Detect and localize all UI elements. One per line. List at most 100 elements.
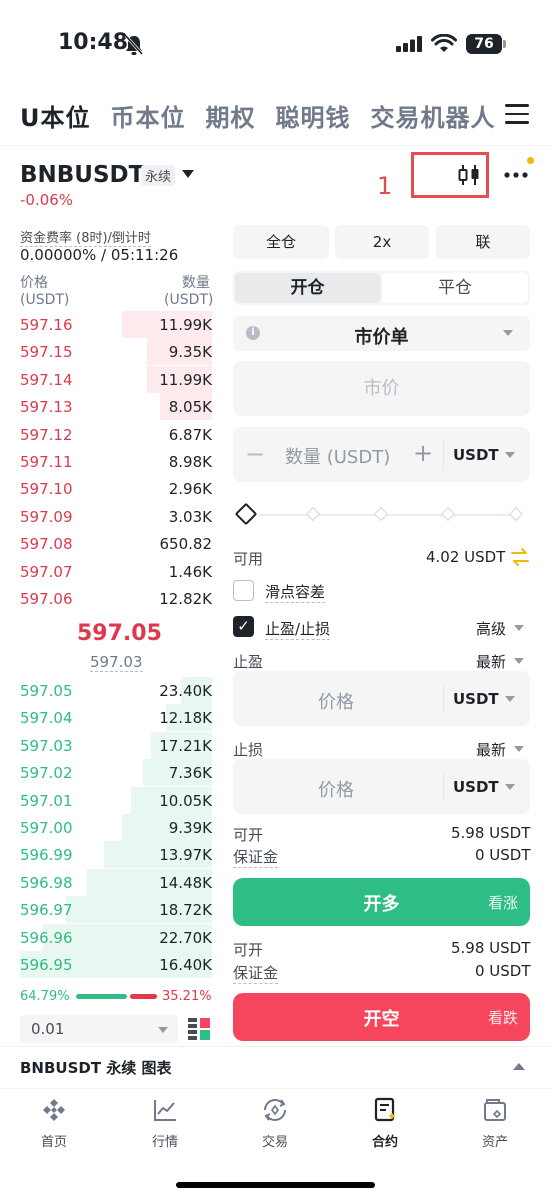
bid-row[interactable]: 596.95 16.40K [20,951,212,978]
slider-step-75[interactable] [440,506,456,522]
open-short-button[interactable]: 开空 看跌 [233,993,530,1041]
quantity-input[interactable]: 数量 (USDT) [285,443,390,469]
slippage-label[interactable]: 滑点容差 [265,581,326,603]
nav-assets-label: 资产 [481,1135,508,1150]
tp-trigger-select[interactable]: 最新 [476,651,506,672]
stop-loss-input[interactable]: 价格 [318,776,354,802]
annotation-number: 1 [377,172,393,200]
quantity-divider [443,440,444,470]
quantity-unit-select[interactable]: USDT [453,446,499,464]
sl-trigger-select[interactable]: 最新 [476,739,506,760]
slider-step-50[interactable] [373,506,389,522]
bid-row[interactable]: 597.05 23.40K [20,677,212,704]
slider-step-100[interactable] [508,506,524,522]
sell-ratio-bar [130,994,157,999]
ask-row[interactable]: 597.11 8.98K [20,448,212,475]
more-options-icon[interactable] [504,171,528,179]
ask-row[interactable]: 597.15 9.35K [20,338,212,366]
nav-home[interactable]: 首页 [14,1097,94,1150]
funding-rate-label[interactable]: 资金费率 (8时)/倒计时 [20,227,151,247]
take-profit-label: 止盈 [233,653,264,671]
symbol-name[interactable]: BNBUSDT [20,162,144,188]
ask-quantity: 650.82 [159,535,213,554]
open-short-sublabel: 看跌 [487,1009,518,1027]
nav-futures[interactable]: 合约 [345,1097,425,1150]
nav-markets[interactable]: 行情 [125,1097,205,1150]
symbol-dropdown-icon[interactable] [182,170,194,178]
nav-trade[interactable]: 交易 [235,1097,315,1150]
tab-coin-m[interactable]: 币本位 [111,98,186,133]
ask-price: 597.12 [20,425,73,444]
bid-row[interactable]: 597.04 12.18K [20,704,212,732]
margin-mode-button[interactable]: 全仓 [233,225,329,259]
ask-row[interactable]: 597.06 12.82K [20,585,212,612]
battery-nub [503,40,506,48]
price-change: -0.06% [20,191,74,209]
ask-row[interactable]: 597.14 11.99K [20,365,212,393]
tpsl-checkbox[interactable]: ✓ [233,616,254,637]
ask-row[interactable]: 597.16 11.99K [20,311,212,338]
slippage-checkbox[interactable] [233,580,254,601]
markets-icon [154,1100,176,1121]
bid-row[interactable]: 597.03 17.21K [20,731,212,759]
nav-futures-label: 合约 [371,1135,398,1150]
precision-select[interactable]: 0.01 [20,1015,178,1043]
increase-quantity-button[interactable]: + [413,439,433,467]
bid-row[interactable]: 597.02 7.36K [20,759,212,787]
stop-loss-label: 止损 [233,741,264,759]
nav-assets[interactable]: 资产 [455,1097,535,1150]
asset-mode-button[interactable]: 联 [436,225,530,259]
long-max-value: 5.98 USDT [451,824,531,842]
candlestick-chart-icon[interactable] [457,163,481,187]
sl-divider [443,772,444,802]
ask-row[interactable]: 597.10 2.96K [20,475,212,502]
ask-row[interactable]: 597.13 8.05K [20,393,212,421]
bid-quantity: 22.70K [159,928,212,947]
bell-muted-icon [124,35,144,55]
tp-unit-select[interactable]: USDT [453,690,499,708]
ask-row[interactable]: 597.08 650.82 [20,530,212,557]
bid-row[interactable]: 596.97 18.72K [20,896,212,924]
orderbook-layout-icon[interactable] [188,1018,210,1040]
bid-row[interactable]: 597.01 10.05K [20,786,212,814]
nav-trade-label: 交易 [261,1135,288,1150]
last-price[interactable]: 597.05 [77,621,162,646]
ask-quantity: 12.82K [159,590,212,608]
ask-row[interactable]: 597.09 3.03K [20,503,212,530]
leverage-button[interactable]: 2x [335,225,429,259]
tab-smart-money[interactable]: 聪明钱 [276,98,351,133]
bid-row[interactable]: 596.96 22.70K [20,923,212,951]
tab-close-position[interactable]: 平仓 [382,273,528,303]
decrease-quantity-button[interactable]: − [245,440,265,468]
bid-row[interactable]: 596.99 13.97K [20,841,212,869]
tab-trading-bots[interactable]: 交易机器人 [371,98,496,133]
bid-price: 596.96 [20,928,73,947]
tab-open-position[interactable]: 开仓 [235,273,380,303]
ask-quantity: 2.96K [168,480,212,499]
sl-unit-select[interactable]: USDT [453,778,499,796]
short-margin-label: 保证金 [233,964,279,984]
hamburger-menu-icon[interactable] [505,104,529,130]
take-profit-input[interactable]: 价格 [318,688,354,714]
bid-row[interactable]: 596.98 14.48K [20,868,212,896]
ask-quantity: 11.99K [159,370,212,389]
qty-column-unit: (USDT) [164,292,214,308]
order-type-label[interactable]: 市价单 [233,323,530,349]
futures-icon [374,1097,395,1122]
open-long-button[interactable]: 开多 看涨 [233,878,530,926]
mark-price[interactable]: 597.03 [90,653,143,672]
tab-usdt-m[interactable]: U本位 [20,98,91,133]
chart-drawer-title[interactable]: BNBUSDT 永续 图表 [20,1057,172,1078]
chart-expand-icon[interactable] [513,1063,525,1070]
buy-ratio: 64.79% [20,989,70,1004]
transfer-icon[interactable] [510,548,530,566]
tab-options[interactable]: 期权 [206,98,256,133]
slider-step-25[interactable] [305,506,321,522]
advanced-select[interactable]: 高级 [476,618,506,639]
ask-row[interactable]: 597.12 6.87K [20,421,212,448]
trade-icon [264,1099,286,1121]
tpsl-label[interactable]: 止盈/止损 [265,618,331,640]
ask-row[interactable]: 597.07 1.46K [20,558,212,585]
slider-knob[interactable] [234,502,258,526]
bid-row[interactable]: 597.00 9.39K [20,814,212,841]
